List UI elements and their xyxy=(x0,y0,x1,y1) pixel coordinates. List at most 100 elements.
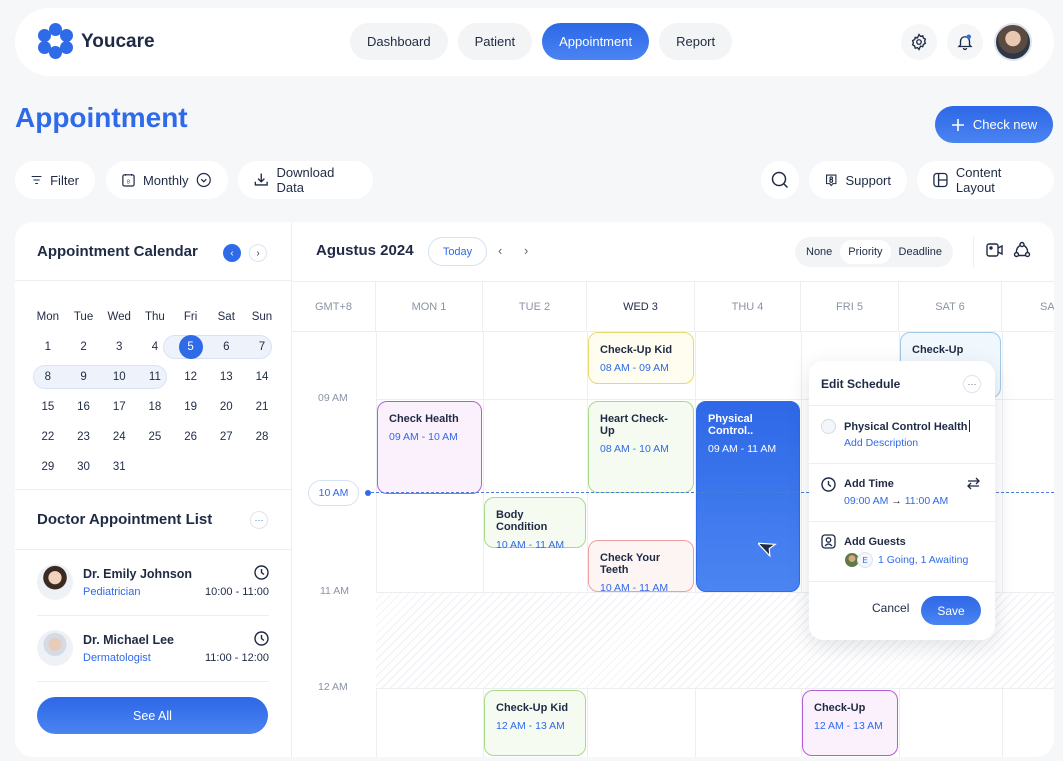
share-button[interactable] xyxy=(1013,241,1031,264)
doctor-avatar xyxy=(37,564,73,600)
sort-option-priority[interactable]: Priority xyxy=(840,240,891,264)
today-button[interactable]: Today xyxy=(428,237,487,266)
calendar-day[interactable]: 22 xyxy=(30,431,66,443)
event-card[interactable]: Body Condition 10 AM - 11 AM xyxy=(484,497,586,551)
doctor-list-more-button[interactable]: ··· xyxy=(250,511,268,529)
video-call-button[interactable] xyxy=(986,242,1004,263)
nav-tab-appointment[interactable]: Appointment xyxy=(542,23,650,60)
download-data-button[interactable]: Download Data xyxy=(238,161,373,199)
timezone-label: GMT+8 xyxy=(292,281,376,332)
add-time-label: Add Time xyxy=(844,478,894,490)
calendar-day[interactable]: 10 xyxy=(101,371,137,383)
chevron-right-icon: › xyxy=(256,247,260,259)
check-new-button[interactable]: Check new xyxy=(935,106,1053,143)
day-column-header[interactable]: FRI 5 xyxy=(801,281,899,332)
event-card[interactable]: Check Your Teeth 10 AM - 11 AM xyxy=(588,540,694,594)
support-button[interactable]: Support xyxy=(809,161,907,199)
next-week-button[interactable]: › xyxy=(524,243,528,258)
appointment-time: 11:00 - 12:00 xyxy=(204,652,269,664)
edit-schedule-more-button[interactable]: ··· xyxy=(963,375,981,393)
calendar-day[interactable]: 8 xyxy=(30,371,66,383)
day-column-header-current[interactable]: WED 3 xyxy=(587,281,695,332)
guest-status[interactable]: 1 Going, 1 Awaiting xyxy=(878,554,968,566)
arrow-right-icon: → xyxy=(891,495,902,507)
calendar-day[interactable]: 2 xyxy=(66,341,102,353)
calendar-day[interactable]: 3 xyxy=(101,341,137,353)
calendar-day[interactable]: 19 xyxy=(173,401,209,413)
sort-option-deadline[interactable]: Deadline xyxy=(891,240,950,264)
day-column-header[interactable]: MON 1 xyxy=(376,281,483,332)
calendar-day[interactable]: 7 xyxy=(244,341,280,353)
sort-option-none[interactable]: None xyxy=(798,240,840,264)
search-button[interactable] xyxy=(761,161,799,199)
notifications-button[interactable] xyxy=(947,24,983,60)
calendar-day[interactable]: 24 xyxy=(101,431,137,443)
calendar-day[interactable]: 14 xyxy=(244,371,280,383)
calendar-next-button[interactable]: › xyxy=(249,244,267,262)
prev-week-button[interactable]: ‹ xyxy=(498,243,502,258)
weekday-header-row: Mon Tue Wed Thu Fri Sat Sun xyxy=(30,302,280,332)
calendar-day[interactable]: 9 xyxy=(66,371,102,383)
calendar-day[interactable]: 30 xyxy=(66,461,102,473)
day-column-header[interactable]: SAT 6 xyxy=(899,281,1002,332)
time-range[interactable]: 09:00 AM → 11:00 AM xyxy=(844,495,948,507)
day-column-header[interactable]: THU 4 xyxy=(695,281,801,332)
calendar-day[interactable]: 31 xyxy=(101,461,137,473)
calendar-day[interactable]: 20 xyxy=(208,401,244,413)
appointment-time: 10:00 - 11:00 xyxy=(204,586,269,598)
add-description-link[interactable]: Add Description xyxy=(844,437,918,449)
save-button[interactable]: Save xyxy=(921,596,981,625)
doctor-list-item[interactable]: Dr. Michael Lee Dermatologist 11:00 - 12… xyxy=(37,615,269,681)
event-card[interactable]: Heart Check-Up 08 AM - 10 AM xyxy=(588,401,694,493)
calendar-day[interactable]: 28 xyxy=(244,431,280,443)
calendar-day[interactable]: 23 xyxy=(66,431,102,443)
view-mode-dropdown[interactable]: 8 Monthly xyxy=(106,161,228,199)
filter-icon xyxy=(31,176,42,184)
settings-button[interactable] xyxy=(901,24,937,60)
grid-line xyxy=(483,332,484,757)
event-card[interactable]: Check-Up Kid 08 AM - 09 AM xyxy=(588,332,694,384)
event-status-checkbox[interactable] xyxy=(821,419,836,434)
calendar-day[interactable]: 11 xyxy=(137,371,173,383)
calendar-day[interactable]: 13 xyxy=(208,371,244,383)
calendar-day[interactable]: 17 xyxy=(101,401,137,413)
current-time-label: 10 AM xyxy=(308,480,359,506)
calendar-day[interactable]: 27 xyxy=(208,431,244,443)
doctor-specialty: Pediatrician xyxy=(83,586,141,598)
day-column-header[interactable]: TUE 2 xyxy=(483,281,587,332)
event-card[interactable]: Check Health 09 AM - 10 AM xyxy=(377,401,482,494)
start-time: 09:00 AM xyxy=(844,495,889,507)
user-avatar[interactable] xyxy=(994,23,1032,61)
mouse-pointer-icon xyxy=(758,542,777,558)
calendar-day[interactable]: 25 xyxy=(137,431,173,443)
event-card-selected[interactable]: Physical Control.. 09 AM - 11 AM xyxy=(696,401,800,592)
event-name-input[interactable]: Physical Control Health xyxy=(844,420,971,433)
cancel-button[interactable]: Cancel xyxy=(872,601,909,615)
filter-button[interactable]: Filter xyxy=(15,161,95,199)
event-card[interactable]: Check-Up 12 AM - 13 AM xyxy=(802,690,898,756)
nav-tab-dashboard[interactable]: Dashboard xyxy=(350,23,448,60)
calendar-day[interactable]: 26 xyxy=(173,431,209,443)
calendar-day-selected[interactable]: 5 xyxy=(173,335,209,359)
calendar-prev-button[interactable]: ‹ xyxy=(223,244,241,262)
event-title: Physical Control.. xyxy=(708,413,754,437)
calendar-day[interactable]: 18 xyxy=(137,401,173,413)
nav-tab-patient[interactable]: Patient xyxy=(457,23,533,60)
see-all-button[interactable]: See All xyxy=(37,697,268,734)
event-card[interactable]: Check-Up Kid 12 AM - 13 AM xyxy=(484,690,586,756)
calendar-day[interactable]: 29 xyxy=(30,461,66,473)
repeat-button[interactable] xyxy=(966,476,981,496)
content-layout-button[interactable]: Content Layout xyxy=(917,161,1054,199)
calendar-day[interactable]: 15 xyxy=(30,401,66,413)
calendar-day[interactable]: 12 xyxy=(173,371,209,383)
calendar-day[interactable]: 6 xyxy=(208,341,244,353)
calendar-day[interactable]: 21 xyxy=(244,401,280,413)
day-column-header[interactable]: SA xyxy=(1002,281,1054,332)
doctor-specialty: Dermatologist xyxy=(83,652,151,664)
calendar-day[interactable]: 1 xyxy=(30,341,66,353)
doctor-list-item[interactable]: Dr. Emily Johnson Pediatrician 10:00 - 1… xyxy=(37,549,269,615)
calendar-day[interactable]: 4 xyxy=(137,341,173,353)
video-camera-icon xyxy=(986,243,1003,257)
calendar-day[interactable]: 16 xyxy=(66,401,102,413)
nav-tab-report[interactable]: Report xyxy=(659,23,733,60)
